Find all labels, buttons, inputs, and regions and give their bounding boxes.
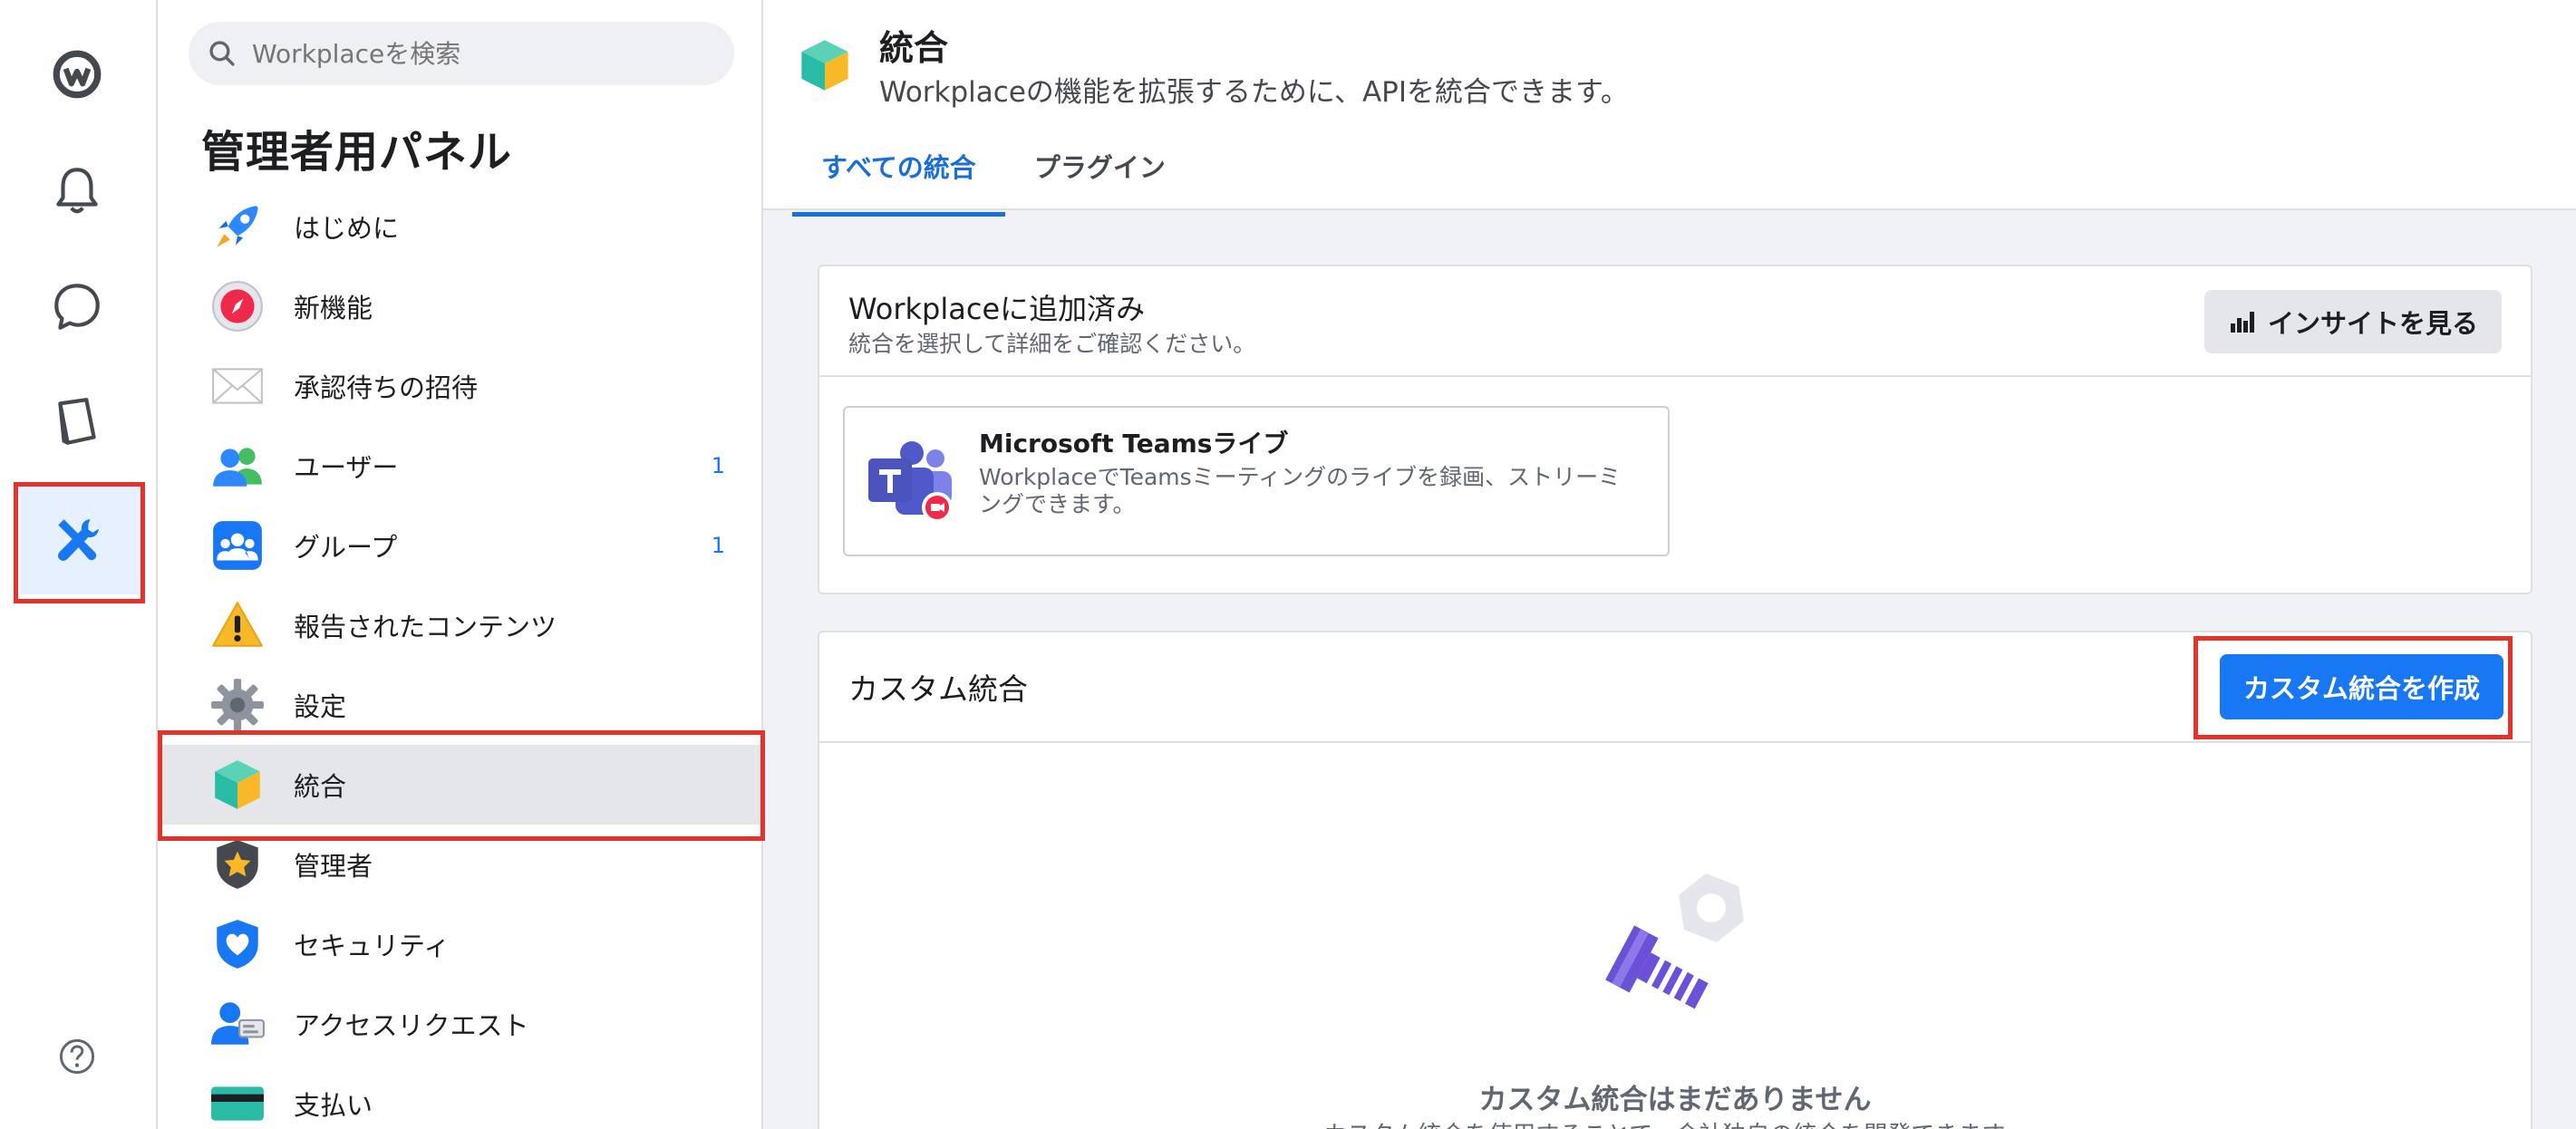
added-integrations-card: Workplaceに追加済み 統合を選択して詳細をご確認ください。 インサイトを…	[818, 265, 2532, 594]
nav-item-admins[interactable]: 管理者	[158, 825, 761, 904]
page-title: 統合	[879, 28, 949, 68]
cube-icon	[208, 756, 266, 814]
tab-plugins[interactable]: プラグイン	[1005, 136, 1195, 217]
nav-label: 設定	[294, 691, 347, 722]
divider	[819, 741, 2531, 743]
notifications-button[interactable]	[14, 136, 140, 245]
view-insights-button[interactable]: インサイトを見る	[2203, 290, 2502, 353]
admin-shield-icon	[208, 835, 266, 893]
nav-item-groups[interactable]: グループ 1	[158, 506, 761, 585]
nav-item-billing[interactable]: 支払い	[158, 1064, 761, 1129]
nav-item-settings[interactable]: 設定	[158, 665, 761, 745]
bar-chart-icon	[2230, 312, 2254, 333]
chat-bubble-icon	[54, 284, 100, 330]
nav-label: セキュリティ	[294, 931, 450, 961]
security-shield-icon	[208, 915, 266, 973]
nav-item-pending-invites[interactable]: 承認待ちの招待	[158, 346, 761, 426]
nav-label: 報告されたコンテンツ	[294, 612, 557, 642]
book-icon	[58, 398, 96, 445]
bell-icon	[56, 168, 98, 214]
search-box[interactable]	[189, 22, 734, 85]
nav-label: 支払い	[294, 1090, 373, 1121]
nav-item-users[interactable]: ユーザー 1	[158, 426, 761, 506]
main-content: 統合 Workplaceの機能を拡張するために、APIを統合できます。 すべての…	[763, 0, 2576, 1129]
custom-integrations-card: カスタム統合 カスタム統合を作成 カスタム統合はまだありません カスタム統合を使…	[818, 631, 2532, 1129]
help-button[interactable]	[14, 1002, 140, 1111]
rocket-icon	[208, 198, 266, 256]
nav-label: 新機能	[294, 293, 373, 323]
gear-icon	[208, 676, 266, 734]
nav-count: 1	[711, 533, 725, 558]
panel-title: 管理者用パネル	[201, 127, 513, 178]
nav-label: はじめに	[294, 213, 400, 244]
tab-bar: すべての統合 プラグイン	[792, 136, 1195, 217]
workplace-logo[interactable]	[14, 20, 140, 129]
nav-item-new-features[interactable]: 新機能	[158, 266, 761, 346]
app-rail	[0, 0, 158, 1129]
nut-and-bolt-icon	[1605, 873, 1744, 1009]
nav-item-access-requests[interactable]: アクセスリクエスト	[158, 984, 761, 1064]
nav-label: ユーザー	[294, 452, 399, 483]
nav-item-integrations[interactable]: 統合	[158, 745, 761, 825]
search-icon	[209, 41, 235, 66]
access-request-icon	[208, 995, 266, 1053]
empty-state-subtitle: カスタム統合を使用することで、会社独自の統合を開発できます。	[819, 1116, 2531, 1129]
create-custom-integration-button[interactable]: カスタム統合を作成	[2219, 654, 2503, 719]
admin-nav: はじめに 新機能 承認待ちの招待 ユーザー 1 グループ 1 報告されたコンテン…	[158, 187, 761, 1129]
section-subtitle: 統合を選択して詳細をご確認ください。	[848, 331, 1256, 357]
nav-item-reported-content[interactable]: 報告されたコンテンツ	[158, 585, 761, 665]
admin-tools-button[interactable]	[14, 486, 140, 594]
workplace-logo-icon	[53, 50, 102, 99]
nav-label: グループ	[294, 532, 398, 563]
integration-description: WorkplaceでTeamsミーティングのライブを録画、ストリーミングできます…	[979, 464, 1622, 517]
nav-item-security[interactable]: セキュリティ	[158, 904, 761, 984]
help-icon	[59, 1038, 95, 1075]
chat-button[interactable]	[14, 252, 140, 361]
section-title: カスタム統合	[848, 671, 1028, 707]
page-header: 統合 Workplaceの機能を拡張するために、APIを統合できます。 すべての…	[763, 0, 2576, 217]
cube-icon	[801, 40, 848, 91]
search-input[interactable]	[250, 37, 707, 70]
tab-all-integrations[interactable]: すべての統合	[792, 136, 1005, 217]
empty-state-title: カスタム統合はまだありません	[1478, 1084, 1872, 1116]
nav-label: 管理者	[294, 851, 373, 882]
nav-label: 承認待ちの招待	[294, 372, 479, 403]
microsoft-teams-icon	[868, 441, 953, 523]
envelope-icon	[208, 357, 266, 415]
nav-label: アクセスリクエスト	[294, 1010, 529, 1041]
integration-name: Microsoft Teamsライブ	[979, 429, 1289, 458]
tools-icon	[58, 519, 99, 561]
compass-icon	[208, 277, 266, 335]
card-icon	[208, 1075, 266, 1129]
nav-count: 1	[711, 453, 725, 478]
admin-sidebar: 管理者用パネル はじめに 新機能 承認待ちの招待 ユーザー 1 グループ 1	[158, 0, 763, 1129]
knowledge-library-button[interactable]	[14, 368, 140, 477]
page-subtitle: Workplaceの機能を拡張するために、APIを統合できます。	[879, 76, 1629, 109]
group-icon	[208, 516, 266, 574]
nav-item-getting-started[interactable]: はじめに	[158, 187, 761, 266]
nav-label: 統合	[294, 771, 347, 802]
users-icon	[208, 437, 266, 495]
section-title: Workplaceに追加済み	[848, 292, 1146, 326]
warning-icon	[208, 596, 266, 654]
divider	[819, 375, 2531, 377]
view-insights-label: インサイトを見る	[2267, 308, 2478, 339]
integration-card-teams[interactable]: Microsoft Teamsライブ WorkplaceでTeamsミーティング…	[843, 406, 1670, 556]
